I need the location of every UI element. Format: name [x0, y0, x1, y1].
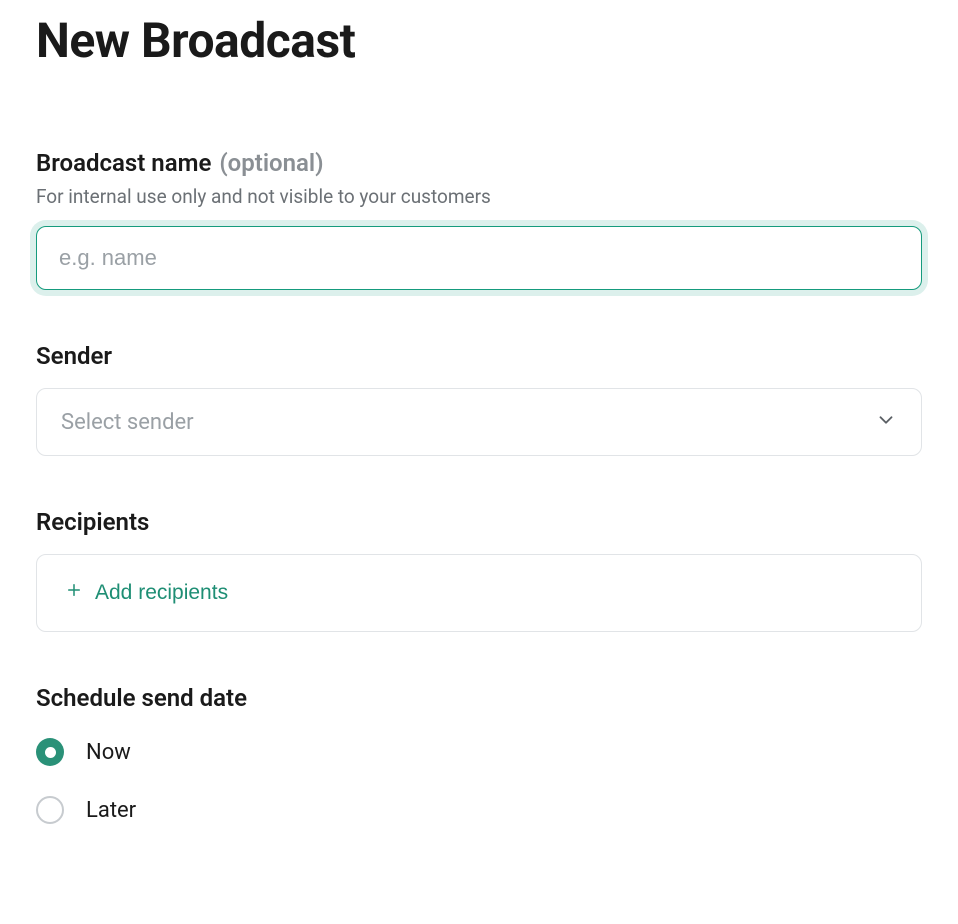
schedule-radio-list: Now Later — [36, 738, 922, 824]
broadcast-name-section: Broadcast name (optional) For internal u… — [36, 149, 922, 290]
broadcast-name-hint: For internal use only and not visible to… — [36, 185, 922, 208]
sender-section: Sender Select sender — [36, 342, 922, 456]
sender-select-placeholder: Select sender — [61, 410, 194, 435]
broadcast-name-label-suffix: (optional) — [219, 149, 323, 177]
radio-selected-icon — [36, 738, 64, 766]
broadcast-name-label: Broadcast name — [36, 149, 211, 177]
broadcast-name-input-container[interactable] — [36, 226, 922, 290]
schedule-radio-later[interactable]: Later — [36, 796, 922, 824]
schedule-radio-now[interactable]: Now — [36, 738, 922, 766]
page-title: New Broadcast — [36, 12, 922, 69]
recipients-box: Add recipients — [36, 554, 922, 632]
schedule-section: Schedule send date Now Later — [36, 684, 922, 824]
radio-unselected-icon — [36, 796, 64, 824]
sender-label: Sender — [36, 342, 922, 370]
schedule-label: Schedule send date — [36, 684, 922, 712]
recipients-section: Recipients Add recipients — [36, 508, 922, 632]
add-recipients-button[interactable]: Add recipients — [65, 581, 228, 605]
schedule-radio-later-label: Later — [86, 798, 136, 823]
schedule-radio-now-label: Now — [86, 740, 131, 765]
sender-select[interactable]: Select sender — [36, 388, 922, 456]
plus-icon — [65, 581, 83, 605]
chevron-down-icon — [875, 409, 897, 435]
broadcast-name-input[interactable] — [59, 245, 899, 271]
add-recipients-label: Add recipients — [95, 581, 228, 605]
recipients-label: Recipients — [36, 508, 922, 536]
